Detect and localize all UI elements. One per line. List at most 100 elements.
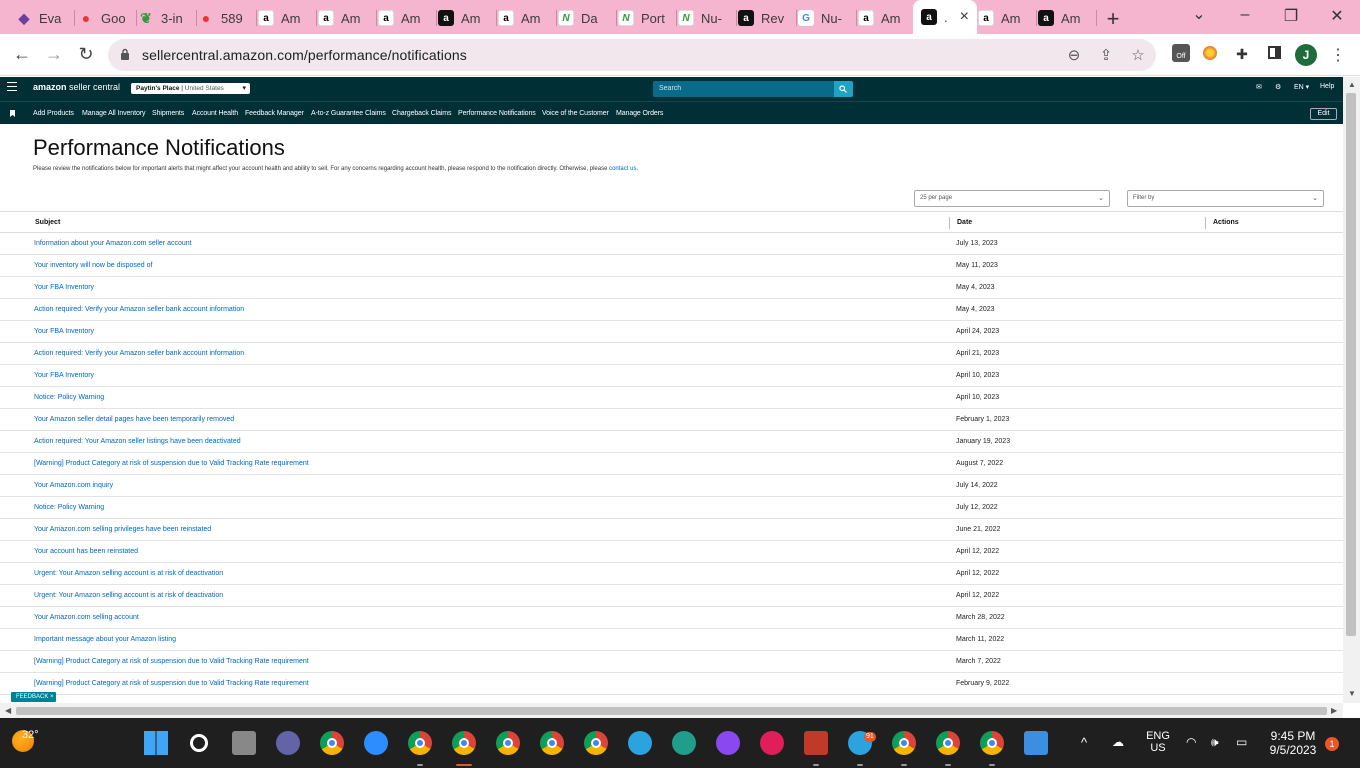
task-view-icon[interactable]: [232, 731, 256, 755]
scroll-left-icon[interactable]: ◀: [5, 706, 11, 715]
notification-subject-link[interactable]: Your inventory will now be disposed of: [34, 262, 152, 269]
address-bar[interactable]: sellercentral.amazon.com/performance/not…: [108, 39, 1156, 71]
browser-tab[interactable]: ❦ 3-in: [138, 4, 197, 32]
slack-icon[interactable]: [760, 731, 784, 755]
extension-off-icon[interactable]: Off: [1172, 44, 1190, 62]
nav-manage-orders[interactable]: Manage Orders: [616, 110, 663, 117]
browser-tab[interactable]: a Am: [978, 4, 1037, 32]
teams-icon[interactable]: [276, 731, 300, 755]
notification-subject-link[interactable]: Urgent: Your Amazon selling account is a…: [34, 592, 223, 599]
edge-icon[interactable]: [672, 731, 696, 755]
notification-subject-link[interactable]: Your Amazon.com inquiry: [34, 482, 113, 489]
browser-tab[interactable]: a Rev: [738, 4, 797, 32]
language-indicator[interactable]: ENG US: [1138, 730, 1178, 754]
notification-subject-link[interactable]: Your FBA Inventory: [34, 328, 94, 335]
close-window-button[interactable]: ✕: [1327, 6, 1347, 26]
back-icon[interactable]: ←: [11, 44, 33, 65]
browser-tab[interactable]: a Am: [258, 4, 317, 32]
chrome-icon[interactable]: [408, 731, 432, 755]
feedback-button[interactable]: FEEDBACK ×: [11, 692, 56, 702]
notification-badge[interactable]: 1: [1325, 737, 1339, 751]
browser-tab[interactable]: N Da: [558, 4, 617, 32]
browser-menu-icon[interactable]: ⋮: [1330, 45, 1346, 65]
browser-tab[interactable]: G Nu-: [798, 4, 857, 32]
browser-tab[interactable]: N Nu-: [678, 4, 737, 32]
extensions-puzzle-icon[interactable]: ✚: [1233, 46, 1251, 64]
nav-chargeback-claims[interactable]: Chargeback Claims: [392, 110, 451, 117]
notification-subject-link[interactable]: Your Amazon seller detail pages have bee…: [34, 416, 234, 423]
notification-subject-link[interactable]: Information about your Amazon.com seller…: [34, 240, 192, 247]
browser-tab[interactable]: a Am: [318, 4, 377, 32]
seller-central-logo[interactable]: amazon seller central: [33, 82, 120, 92]
notification-subject-link[interactable]: [Warning] Product Category at risk of su…: [34, 658, 309, 665]
search-icon[interactable]: [190, 734, 208, 752]
notification-subject-link[interactable]: Action required: Your Amazon seller list…: [34, 438, 241, 445]
browser-tab[interactable]: a. ×: [913, 0, 977, 34]
profile-avatar[interactable]: J: [1295, 44, 1317, 66]
scroll-right-icon[interactable]: ▶: [1331, 706, 1337, 715]
bookmark-icon[interactable]: [10, 110, 15, 117]
side-panel-icon[interactable]: [1265, 46, 1283, 64]
chrome-icon[interactable]: [584, 731, 608, 755]
chrome-icon[interactable]: [496, 731, 520, 755]
browser-tab[interactable]: a Am: [438, 4, 497, 32]
chrome-icon[interactable]: [452, 731, 476, 755]
edit-nav-button[interactable]: Edit: [1310, 108, 1337, 120]
new-tab-button[interactable]: +: [1103, 6, 1123, 32]
close-tab-icon[interactable]: ×: [960, 8, 969, 26]
messenger-icon[interactable]: [716, 731, 740, 755]
browser-tab[interactable]: a Am: [378, 4, 437, 32]
zoom-icon[interactable]: ⊖: [1065, 46, 1083, 64]
scroll-down-icon[interactable]: ▼: [1348, 689, 1356, 698]
store-selector[interactable]: Paytin's Place | United States ▾: [131, 83, 250, 94]
notification-subject-link[interactable]: [Warning] Product Category at risk of su…: [34, 460, 309, 467]
volume-icon[interactable]: 🕪: [1211, 735, 1219, 750]
chrome-icon[interactable]: [320, 731, 344, 755]
mail-icon[interactable]: ✉: [1256, 83, 1262, 91]
notification-subject-link[interactable]: Your account has been reinstated: [34, 548, 138, 555]
language-selector[interactable]: EN ▾: [1294, 83, 1309, 91]
column-header-date[interactable]: Date: [957, 219, 972, 226]
browser-tab[interactable]: N Port: [618, 4, 677, 32]
vertical-scroll-thumb[interactable]: [1346, 93, 1356, 636]
chrome-icon[interactable]: [540, 731, 564, 755]
zoom-icon[interactable]: [364, 731, 388, 755]
help-link[interactable]: Help: [1320, 83, 1334, 90]
vertical-scrollbar[interactable]: ▲ ▼: [1343, 77, 1360, 703]
bookmark-star-icon[interactable]: ☆: [1129, 46, 1147, 64]
notification-subject-link[interactable]: Notice: Policy Warning: [34, 394, 104, 401]
contact-us-link[interactable]: contact us: [609, 166, 636, 172]
horizontal-scrollbar[interactable]: ◀ ▶: [0, 703, 1343, 718]
minimize-window-button[interactable]: –: [1235, 6, 1255, 24]
browser-tab[interactable]: ● Goo: [78, 4, 137, 32]
scroll-up-icon[interactable]: ▲: [1348, 80, 1356, 89]
restore-window-button[interactable]: ❐: [1281, 6, 1301, 26]
network-warning-icon[interactable]: ☁: [1112, 735, 1124, 749]
hamburger-menu-icon[interactable]: [7, 82, 17, 92]
browser-tab[interactable]: a Am: [1038, 4, 1097, 32]
clock[interactable]: 9:45 PM 9/5/2023: [1262, 729, 1324, 757]
browser-tab[interactable]: a Am: [498, 4, 557, 32]
nav-a-to-z-claims[interactable]: A-to-z Guarantee Claims: [311, 110, 386, 117]
chrome-icon[interactable]: [980, 731, 1004, 755]
filter-select[interactable]: Filter by ⌄: [1127, 190, 1324, 207]
forward-icon[interactable]: →: [43, 44, 65, 65]
share-icon[interactable]: ⇪: [1097, 46, 1115, 64]
notification-subject-link[interactable]: Your FBA Inventory: [34, 372, 94, 379]
notification-subject-link[interactable]: Action required: Verify your Amazon sell…: [34, 350, 244, 357]
start-windows-icon[interactable]: [144, 731, 168, 755]
nav-voice-of-the-customer[interactable]: Voice of the Customer: [542, 110, 609, 117]
show-hidden-icons-icon[interactable]: ^: [1081, 735, 1087, 750]
extension-color-icon[interactable]: [1201, 46, 1219, 64]
nav-add-products[interactable]: Add Products: [33, 110, 74, 117]
notification-subject-link[interactable]: Notice: Policy Warning: [34, 504, 104, 511]
nav-manage-all-inventory[interactable]: Manage All Inventory: [82, 110, 145, 117]
notification-subject-link[interactable]: Your FBA Inventory: [34, 284, 94, 291]
browser-tab[interactable]: a Am: [858, 4, 917, 32]
browser-tab[interactable]: ● 589: [198, 4, 257, 32]
chrome-icon[interactable]: [892, 731, 916, 755]
browser-tab[interactable]: ◆ Eva: [16, 4, 75, 32]
column-header-subject[interactable]: Subject: [35, 219, 60, 226]
notification-subject-link[interactable]: Urgent: Your Amazon selling account is a…: [34, 570, 223, 577]
search-button[interactable]: [834, 81, 853, 97]
